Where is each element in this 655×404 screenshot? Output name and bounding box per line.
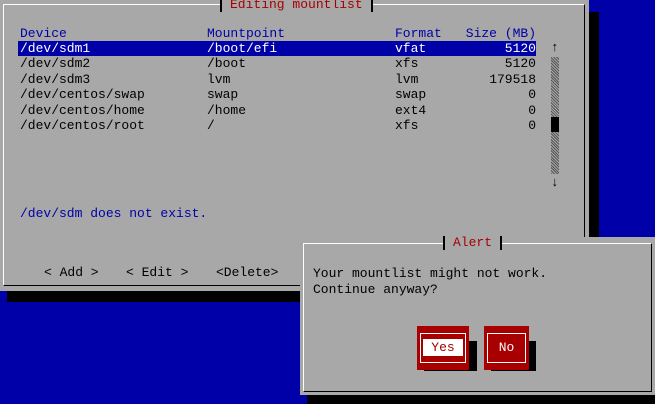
- table-header: Device Mountpoint Format Size (MB): [18, 26, 536, 41]
- scroll-down-arrow-icon[interactable]: ↓: [551, 175, 559, 190]
- device-cell: /dev/sdm3: [20, 71, 91, 87]
- mountpoint-cell: /home: [207, 102, 247, 118]
- table-row[interactable]: /dev/sdm2/boot xfs 5120: [18, 56, 536, 71]
- add-button[interactable]: < Add >: [44, 265, 99, 280]
- mountpoint-cell: swap: [207, 87, 239, 103]
- table-row[interactable]: /dev/centos/home/home ext4 0: [18, 103, 536, 118]
- col-device: Device: [20, 26, 67, 41]
- size-cell: 179518: [489, 71, 536, 87]
- yes-button[interactable]: Yes: [417, 326, 469, 370]
- col-format: Format: [395, 26, 442, 41]
- device-cell: /dev/centos/swap: [20, 87, 145, 103]
- device-cell: /dev/centos/root: [20, 118, 145, 133]
- size-cell: 5120: [504, 41, 536, 56]
- table-row[interactable]: /dev/sdm1/boot/efi vfat 5120: [18, 41, 536, 56]
- device-cell: /dev/sdm1: [20, 41, 91, 56]
- delete-button[interactable]: <Delete>: [216, 265, 278, 280]
- size-cell: 5120: [504, 56, 536, 72]
- edit-button[interactable]: < Edit >: [126, 265, 188, 280]
- format-cell: lvm: [395, 71, 419, 87]
- format-cell: xfs: [395, 56, 419, 72]
- size-cell: 0: [528, 102, 536, 118]
- dialog-title: Editing mountlist: [220, 0, 373, 12]
- alert-message-line1: Your mountlist might not work.: [313, 266, 548, 281]
- alert-title: Alert: [443, 236, 503, 250]
- scrollbar[interactable]: [551, 57, 559, 174]
- mountpoint-cell: /boot: [207, 56, 247, 72]
- format-cell: xfs: [395, 118, 419, 133]
- mountpoint-cell: lvm: [207, 71, 231, 87]
- table-row[interactable]: /dev/centos/root / xfs 0: [18, 118, 536, 133]
- col-mountpoint: Mountpoint: [207, 26, 286, 41]
- table-row[interactable]: /dev/sdm3 lvm lvm 179518: [18, 72, 536, 87]
- no-label: No: [498, 340, 515, 355]
- scroll-up-arrow-icon[interactable]: ↑: [551, 40, 559, 55]
- mountpoint-cell: /boot/efi: [207, 41, 278, 56]
- scrollbar-thumb[interactable]: [551, 117, 559, 132]
- status-message: /dev/sdm does not exist.: [20, 206, 208, 221]
- device-cell: /dev/sdm2: [20, 56, 91, 72]
- table-row[interactable]: /dev/centos/swap swap swap 0: [18, 87, 536, 102]
- no-button[interactable]: No: [484, 326, 529, 370]
- alert-message-line2: Continue anyway?: [313, 282, 438, 297]
- size-cell: 0: [528, 87, 536, 103]
- size-cell: 0: [528, 118, 536, 133]
- alert-shadow: [307, 395, 655, 404]
- format-cell: vfat: [395, 41, 427, 56]
- yes-label: Yes: [423, 339, 463, 356]
- device-cell: /dev/centos/home: [20, 102, 145, 118]
- mountpoint-cell: /: [207, 118, 215, 133]
- format-cell: swap: [395, 87, 427, 103]
- col-size: Size (MB): [465, 26, 536, 41]
- format-cell: ext4: [395, 102, 427, 118]
